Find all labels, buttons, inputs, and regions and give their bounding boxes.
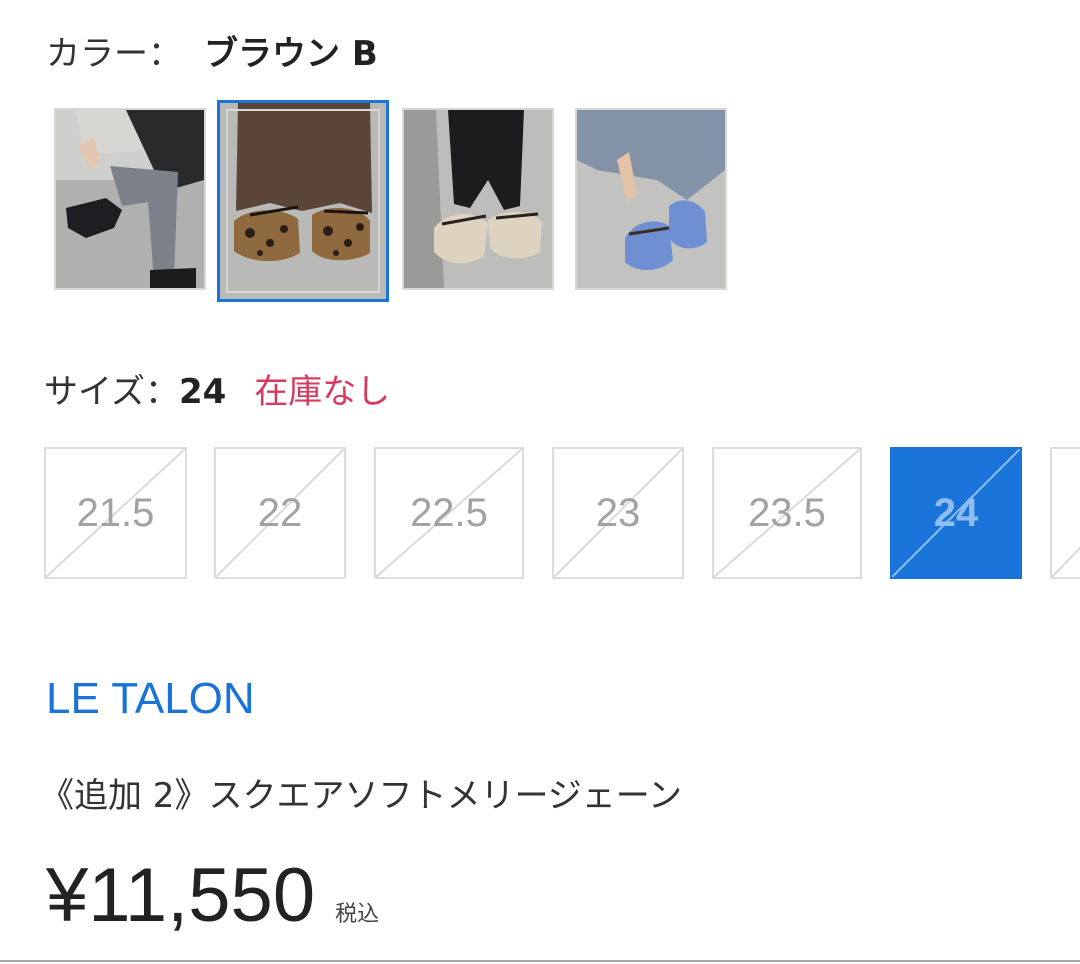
size-option-label: 21.5 bbox=[76, 490, 155, 535]
size-option-label: 23.5 bbox=[748, 490, 826, 535]
selected-color-value: ブラウン B bbox=[204, 34, 378, 74]
divider bbox=[0, 960, 1080, 962]
color-row: カラー： ブラウン B bbox=[46, 26, 378, 75]
color-swatch-beige[interactable] bbox=[402, 108, 554, 290]
size-option-22-5[interactable]: 22.5 bbox=[374, 447, 524, 579]
beige-raffia-mary-jane-photo bbox=[404, 110, 552, 288]
size-option-label: 24 bbox=[933, 490, 979, 535]
size-option-label: 22.5 bbox=[410, 490, 488, 535]
color-swatch-leopard[interactable] bbox=[217, 100, 389, 302]
color-swatch-blue[interactable] bbox=[575, 108, 727, 290]
tax-note: 税込 bbox=[335, 902, 380, 927]
size-option-24[interactable]: 24 bbox=[890, 447, 1022, 579]
brand-link[interactable]: LE TALON bbox=[46, 674, 255, 724]
size-row: サイズ：24 在庫なし bbox=[44, 364, 390, 413]
selected-size-value: 24 bbox=[178, 372, 227, 412]
leopard-mary-jane-photo bbox=[220, 103, 386, 299]
price: ¥11,550 bbox=[46, 853, 316, 938]
size-option-23[interactable]: 23 bbox=[552, 447, 684, 579]
size-option-23-5[interactable]: 23.5 bbox=[712, 447, 862, 579]
color-swatch-list bbox=[54, 100, 744, 302]
product-name: 《追加 2》スクエアソフトメリージェーン bbox=[40, 776, 683, 816]
size-label: サイズ： bbox=[44, 372, 179, 412]
size-option-label: 23 bbox=[595, 490, 641, 535]
size-option-label: 22 bbox=[257, 490, 303, 535]
color-label: カラー： bbox=[46, 34, 182, 74]
size-option-next[interactable] bbox=[1050, 447, 1080, 579]
color-swatch-black[interactable] bbox=[54, 108, 206, 290]
size-option-label bbox=[1052, 449, 1080, 577]
size-option-22[interactable]: 22 bbox=[214, 447, 346, 579]
size-option-21-5[interactable]: 21.5 bbox=[44, 447, 187, 579]
stock-status: 在庫なし bbox=[254, 372, 391, 412]
blue-mary-jane-photo bbox=[577, 110, 725, 288]
black-mary-jane-photo bbox=[56, 110, 204, 288]
price-row: ¥11,550 税込 bbox=[46, 852, 379, 939]
